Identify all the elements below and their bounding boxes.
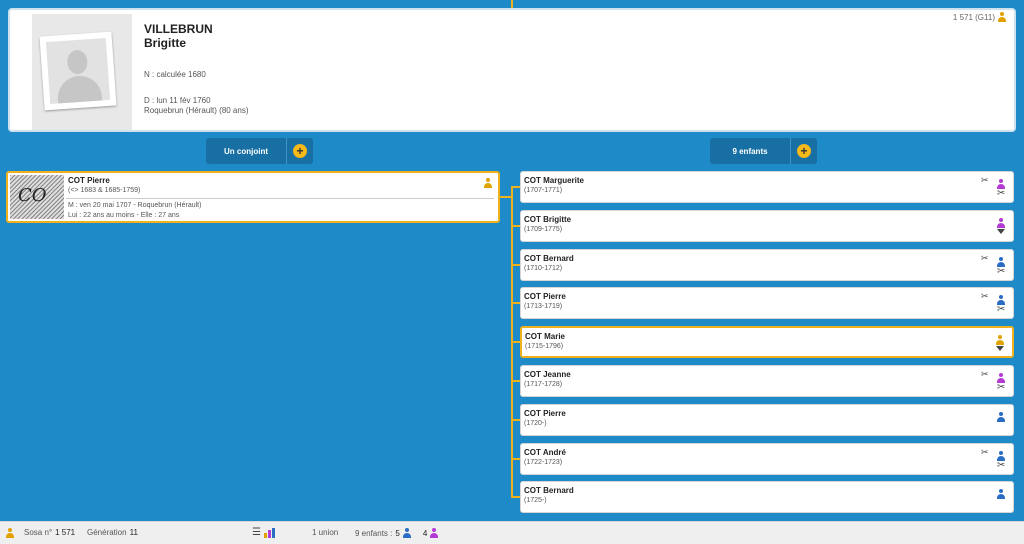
unlink-icon[interactable]: ✂ (981, 291, 989, 301)
child-name: COT Marguerite (524, 176, 585, 185)
child-card[interactable]: COT Jeanne (1717-1728) ✂ ✂ (520, 365, 1014, 397)
person-gold-icon[interactable] (996, 335, 1004, 345)
unlink-icon[interactable]: ✂ (981, 175, 989, 185)
male-icon (402, 528, 411, 538)
child-actions (981, 408, 1009, 434)
male-count: 5 (395, 528, 400, 538)
male-icon[interactable] (997, 489, 1005, 499)
add-child-icon[interactable]: + (797, 144, 811, 158)
child-actions: ✂ ✂ (981, 447, 1009, 473)
person-gold-icon (6, 528, 14, 538)
silhouette-icon (45, 37, 111, 105)
unlink-icon[interactable]: ✂ (981, 447, 989, 457)
child-dates: (1720-) (524, 420, 547, 427)
sosa-number: 1 571 (G11) (953, 12, 1006, 22)
spouse-card[interactable]: CO COT Pierre (<> 1683 & 1685-1759) M : … (6, 171, 500, 223)
scissors-icon[interactable]: ✂ (997, 383, 1005, 393)
birth-info: N : calculée 1680 (144, 70, 206, 79)
female-icon (430, 528, 439, 538)
scissors-icon[interactable]: ✂ (997, 461, 1005, 471)
person-surname: VILLEBRUN (144, 22, 213, 36)
child-name: COT Pierre (524, 409, 566, 418)
child-dates: (1717-1728) (524, 381, 563, 388)
spouse-section-button[interactable]: Un conjoint + (206, 138, 313, 164)
spouse-dates: (<> 1683 & 1685-1759) (68, 187, 141, 194)
child-card[interactable]: COT Bernard (1725-) (520, 481, 1014, 513)
child-actions: ✂ ✂ (981, 291, 1009, 317)
document-icon[interactable]: ☰ (252, 528, 261, 538)
female-count: 4 (422, 528, 428, 538)
top-connector (511, 0, 513, 8)
generation-value: 11 (129, 528, 138, 537)
child-actions (980, 331, 1008, 357)
photo-frame (32, 14, 132, 130)
generation-label: Génération (87, 528, 127, 537)
child-name: COT Jeanne (524, 370, 571, 379)
death-place: Roquebrun (Hérault) (80 ans) (144, 106, 249, 115)
scissors-icon[interactable]: ✂ (997, 305, 1005, 315)
child-name: COT Bernard (524, 486, 574, 495)
child-card[interactable]: COT André (1722-1723) ✂ ✂ (520, 443, 1014, 475)
status-bar: Sosa n° 1 571 Génération 11 ☰ 1 union 9 … (0, 521, 1024, 544)
death-info: D : lun 11 fév 1760 (144, 96, 211, 105)
button-divider (790, 138, 791, 164)
chevron-down-icon[interactable] (997, 229, 1005, 234)
child-name: COT Pierre (524, 292, 566, 301)
main-person-card[interactable]: VILLEBRUN Brigitte N : calculée 1680 D :… (8, 8, 1016, 132)
marriage-ages: Lui : 22 ans au moins - Elle : 27 ans (68, 212, 180, 219)
sosa-text: 1 571 (G11) (952, 12, 995, 22)
sosa-label: Sosa n° (24, 528, 53, 537)
stats-icon[interactable] (263, 528, 275, 538)
unlink-icon[interactable]: ✂ (981, 253, 989, 263)
marriage-info: M : ven 20 mai 1707 - Roquebrun (Hérault… (68, 202, 202, 209)
person-gold-icon[interactable] (484, 178, 492, 188)
child-dates: (1715-1796) (525, 343, 564, 350)
signature-image: CO (10, 175, 64, 219)
child-name: COT Marie (525, 332, 566, 341)
person-given-name: Brigitte (144, 36, 186, 50)
child-name: COT Bernard (524, 254, 574, 263)
child-actions (981, 214, 1009, 240)
children-count-label: 9 enfants : (355, 528, 393, 538)
child-dates: (1722-1723) (524, 459, 563, 466)
child-card[interactable]: COT Brigitte (1709-1775) (520, 210, 1014, 242)
male-icon[interactable] (997, 412, 1005, 422)
child-actions: ✂ ✂ (981, 369, 1009, 395)
divider (66, 198, 494, 199)
child-actions: ✂ ✂ (981, 175, 1009, 201)
scissors-icon[interactable]: ✂ (997, 267, 1005, 277)
photo-placeholder[interactable] (39, 31, 117, 111)
child-actions (981, 485, 1009, 511)
button-divider (286, 138, 287, 164)
scissors-icon[interactable]: ✂ (997, 189, 1005, 199)
children-section-button[interactable]: 9 enfants + (710, 138, 817, 164)
add-spouse-icon[interactable]: + (293, 144, 307, 158)
child-name: COT André (524, 448, 566, 457)
person-gold-icon (998, 12, 1006, 22)
spouse-button-label: Un conjoint (224, 146, 268, 156)
children-button-label: 9 enfants (732, 146, 768, 156)
child-card[interactable]: COT Marguerite (1707-1771) ✂ ✂ (520, 171, 1014, 203)
child-dates: (1710-1712) (524, 265, 563, 272)
union-count: 1 union (312, 528, 339, 537)
signature-text: CO (18, 185, 47, 206)
child-card[interactable]: COT Pierre (1713-1719) ✂ ✂ (520, 287, 1014, 319)
child-card[interactable]: COT Pierre (1720-) (520, 404, 1014, 436)
child-dates: (1709-1775) (524, 226, 563, 233)
chevron-down-icon[interactable] (996, 346, 1004, 351)
child-card[interactable]: COT Marie (1715-1796) (520, 326, 1014, 358)
child-dates: (1725-) (524, 497, 547, 504)
child-card[interactable]: COT Bernard (1710-1712) ✂ ✂ (520, 249, 1014, 281)
female-icon[interactable] (997, 218, 1005, 228)
child-dates: (1707-1771) (524, 187, 563, 194)
spouse-name: COT Pierre (68, 176, 110, 185)
child-name: COT Brigitte (524, 215, 572, 224)
child-dates: (1713-1719) (524, 303, 563, 310)
sosa-value: 1 571 (55, 528, 76, 537)
child-actions: ✂ ✂ (981, 253, 1009, 279)
unlink-icon[interactable]: ✂ (981, 369, 989, 379)
